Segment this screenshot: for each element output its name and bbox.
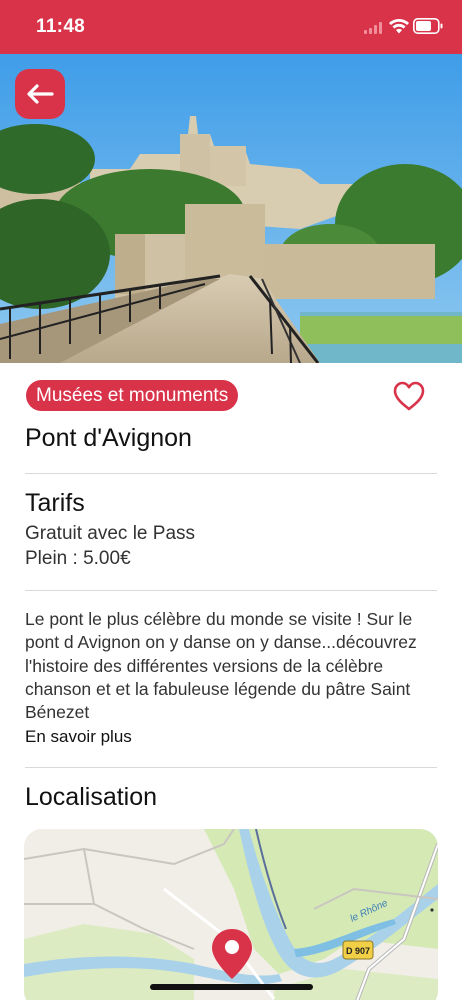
heart-outline-icon[interactable] (392, 380, 426, 412)
arrow-left-icon (27, 84, 54, 104)
pricing-line-pass: Gratuit avec le Pass (25, 523, 196, 544)
divider (25, 767, 437, 768)
place-title: Pont d'Avignon (25, 424, 192, 452)
back-button[interactable] (15, 69, 65, 119)
status-time: 11:48 (36, 16, 86, 37)
wifi-icon (389, 19, 409, 34)
cellular-signal-icon (364, 22, 382, 34)
pricing-line-full: Plein : 5.00€ (25, 548, 131, 569)
divider (25, 473, 437, 474)
place-photo (0, 54, 462, 363)
road-label: D 907 (346, 946, 370, 956)
location-map[interactable]: D 907 le Rhône (24, 829, 438, 1000)
pricing-heading: Tarifs (25, 489, 85, 517)
divider (25, 590, 437, 591)
battery-icon (413, 18, 443, 34)
read-more-link[interactable]: En savoir plus (25, 727, 132, 747)
place-description: Le pont le plus célèbre du monde se visi… (25, 609, 417, 723)
category-badge: Musées et monuments (26, 380, 239, 411)
location-heading: Localisation (25, 783, 158, 811)
place-detail-screen: 11:48 Musées et monuments Pont d'Avignon… (0, 0, 462, 1000)
home-indicator (150, 984, 313, 990)
status-bar: 11:48 (0, 0, 462, 54)
